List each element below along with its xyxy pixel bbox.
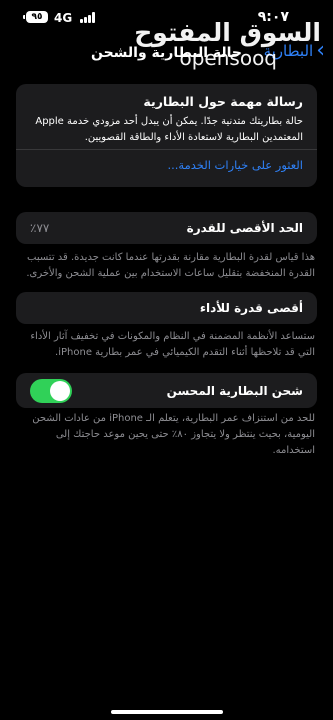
divider	[16, 149, 317, 150]
message-title: رسالة مهمة حول البطارية	[143, 94, 303, 109]
home-indicator[interactable]	[111, 710, 223, 714]
optimized-charging-label: شحن البطارية المحسن	[166, 384, 303, 398]
peak-performance-note: ستساعد الأنظمة المضمنة في النظام والمكون…	[30, 331, 315, 358]
peak-performance-label: أقصى قدرة للأداء	[199, 301, 303, 315]
optimized-charging-note: للحد من استنزاف عمر البطارية، يتعلم الـ …	[32, 413, 315, 456]
optimized-charging-toggle[interactable]	[30, 379, 72, 403]
cellular-signal-icon	[80, 12, 96, 23]
battery-icon: ٩٥	[23, 11, 48, 23]
battery-message-card: رسالة مهمة حول البطارية حالة بطاريتك متد…	[16, 84, 317, 187]
status-bar: ٩:٠٧ ٩٥ 4G	[0, 0, 333, 34]
message-body: حالة بطاريتك متدنية جدًا. يمكن أن يبدل أ…	[35, 116, 303, 143]
peak-performance-row: أقصى قدرة للأداء	[16, 292, 317, 324]
optimized-charging-row: شحن البطارية المحسن	[16, 373, 317, 408]
maximum-capacity-row: الحد الأقصى للقدرة ٪٧٧	[16, 212, 317, 244]
status-time: ٩:٠٧	[257, 9, 289, 25]
page-title: حالة البطارية والشحن	[90, 45, 242, 61]
maximum-capacity-note: هذا قياس لقدرة البطارية مقارنة بقدرتها ع…	[26, 252, 315, 279]
network-type: 4G	[54, 11, 73, 25]
find-service-options-link[interactable]: العثور على خيارات الخدمة...	[167, 158, 303, 172]
navigation-bar: › البطارية حالة البطارية والشحن	[0, 38, 333, 72]
maximum-capacity-label: الحد الأقصى للقدرة	[186, 221, 303, 235]
maximum-capacity-value: ٪٧٧	[30, 221, 50, 235]
toggle-knob	[50, 381, 70, 401]
